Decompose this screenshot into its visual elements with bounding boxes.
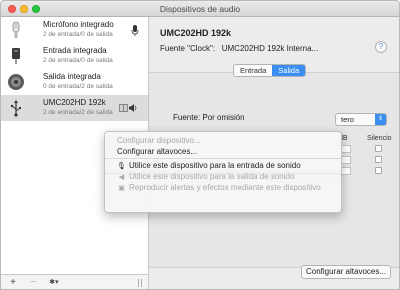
sidebar-toolbar: + − ✱▾ [1, 274, 148, 289]
finder-icon [119, 104, 128, 112]
tab-salida[interactable]: Salida [272, 65, 306, 76]
device-item-builtin-output[interactable]: Salida integrada 0 de entrada/2 de salid… [1, 69, 148, 95]
menu-item-label: Reproducir alertas y efectos mediante es… [129, 183, 321, 192]
tab-entrada[interactable]: Entrada [234, 65, 272, 76]
mute-checkbox[interactable] [375, 167, 382, 174]
help-button[interactable]: ? [375, 41, 387, 53]
audio-jack-icon [12, 48, 20, 64]
menu-item-configure-device[interactable]: Configurar dispositivo... [117, 136, 201, 145]
device-channels: 2 de entrada/0 de salida [43, 31, 113, 38]
audio-devices-window: Dispositivos de audio Micrófono integrad… [0, 0, 400, 290]
clock-source-row: Fuente "Clock": UMC202HD 192k Interna... [160, 44, 318, 53]
speaker-icon: ◀ [118, 174, 125, 181]
context-menu-lower: 🎙 Utilice este dispositivo para la entrad… [104, 161, 342, 213]
device-channels: 2 de entrada/2 de salida [43, 109, 113, 116]
usb-icon [10, 100, 21, 117]
output-default-speaker-icon [129, 104, 137, 112]
direction-tabs: Entrada Salida [233, 64, 307, 77]
input-default-mic-icon [131, 25, 139, 36]
menu-item-use-for-output[interactable]: ◀ Utilice este dispositivo para la salida… [117, 172, 295, 181]
resize-grip[interactable] [138, 279, 142, 287]
device-name: Entrada integrada [43, 46, 107, 55]
window-title: Dispositivos de audio [159, 4, 241, 14]
title-bar: Dispositivos de audio [1, 1, 399, 17]
add-device-button[interactable]: + [7, 277, 19, 289]
format-select-value: tero [341, 115, 354, 124]
column-header-mute: Silencio [367, 135, 392, 142]
remove-device-button[interactable]: − [27, 277, 39, 289]
menu-item-configure-speakers[interactable]: Configurar altavoces... [117, 147, 197, 156]
device-title: UMC202HD 192k [160, 28, 232, 38]
menu-item-play-alerts[interactable]: ▣ Reproducir alertas y efectos mediante e… [117, 183, 321, 192]
device-name: UMC202HD 192k [43, 98, 106, 107]
context-menu: Configurar dispositivo... Configurar alt… [104, 131, 342, 177]
source-label: Fuente: [173, 113, 201, 122]
microphone-icon [12, 21, 20, 38]
clock-source-label: Fuente "Clock": [160, 44, 216, 53]
source-value: Por omisión [202, 113, 245, 122]
configure-speakers-button[interactable]: Configurar altavoces... [301, 265, 391, 279]
clock-source-popup[interactable]: UMC202HD 192k Interna... [222, 44, 319, 53]
chevron-updown-icon: ⇕ [375, 114, 386, 125]
device-channels: 2 de entrada/0 de salida [43, 57, 113, 64]
menu-item-label: Utilice este dispositivo para la salida … [129, 172, 295, 181]
speaker-icon [8, 74, 24, 90]
device-item-builtin-microphone[interactable]: Micrófono integrado 2 de entrada/0 de sa… [1, 17, 148, 43]
format-select[interactable]: tero ⇕ [335, 113, 387, 126]
device-item-umc202hd[interactable]: UMC202HD 192k 2 de entrada/2 de salida [1, 95, 148, 121]
mute-checkbox[interactable] [375, 145, 382, 152]
menu-item-use-for-input[interactable]: 🎙 Utilice este dispositivo para la entrad… [117, 161, 301, 170]
mute-checkbox[interactable] [375, 156, 382, 163]
action-menu-button[interactable]: ✱▾ [45, 277, 63, 289]
device-channels: 0 de entrada/2 de salida [43, 83, 113, 90]
menu-separator [105, 158, 341, 159]
device-item-builtin-input[interactable]: Entrada integrada 2 de entrada/0 de sali… [1, 43, 148, 69]
source-row: Fuente: Por omisión [173, 113, 245, 122]
device-name: Salida integrada [43, 72, 101, 81]
menu-item-label: Utilice este dispositivo para la entrada… [129, 161, 301, 170]
device-name: Micrófono integrado [43, 20, 114, 29]
alert-icon: ▣ [118, 185, 125, 192]
microphone-icon: 🎙 [117, 163, 126, 170]
